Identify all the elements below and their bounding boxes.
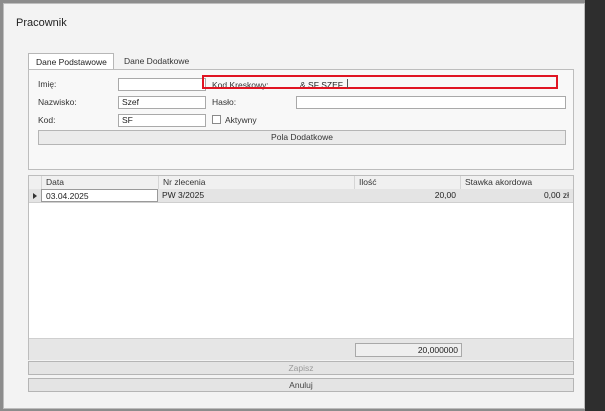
row-indicator-header: [29, 176, 41, 189]
ilosc-total: 20,000000: [355, 343, 462, 357]
cell-ilosc[interactable]: 20,00: [354, 189, 460, 202]
tab-dane-dodatkowe[interactable]: Dane Dodatkowe: [117, 53, 197, 70]
barcode-highlight-box: [202, 75, 558, 89]
employee-dialog: Pracownik Dane Podstawowe Dane Dodatkowe…: [3, 3, 585, 409]
haslo-label: Hasło:: [212, 97, 237, 107]
kod-input[interactable]: SF: [118, 114, 206, 127]
cell-data[interactable]: 03.04.2025: [41, 189, 158, 202]
cell-nr-zlecenia[interactable]: PW 3/2025: [158, 189, 354, 202]
table-row[interactable]: 03.04.2025 PW 3/2025 20,00 0,00 zł: [29, 189, 573, 203]
imie-input[interactable]: [118, 78, 206, 91]
text-cursor: [347, 79, 348, 88]
grid-footer: 20,000000: [29, 338, 573, 360]
cell-stawka[interactable]: 0,00 zł: [460, 189, 573, 202]
kod-label: Kod:: [38, 115, 56, 125]
col-ilosc-header[interactable]: Ilość: [354, 176, 460, 189]
aktywny-checkbox[interactable]: [212, 115, 221, 124]
cancel-button[interactable]: Anuluj: [28, 378, 574, 392]
haslo-input[interactable]: [296, 96, 566, 109]
col-nr-zlecenia-header[interactable]: Nr zlecenia: [158, 176, 354, 189]
nazwisko-label: Nazwisko:: [38, 97, 77, 107]
window-title: Pracownik: [16, 17, 67, 29]
imie-label: Imię:: [38, 79, 57, 89]
grid-header: Data Nr zlecenia Ilość Stawka akordowa: [29, 176, 573, 190]
current-row-arrow-icon: [33, 193, 37, 199]
background-edge: [585, 0, 605, 411]
aktywny-label: Aktywny: [225, 115, 257, 125]
nazwisko-input[interactable]: Szef: [118, 96, 206, 109]
col-data-header[interactable]: Data: [41, 176, 158, 189]
tab-dane-podstawowe[interactable]: Dane Podstawowe: [28, 53, 114, 70]
data-grid: Data Nr zlecenia Ilość Stawka akordowa 0…: [28, 175, 574, 360]
col-stawka-header[interactable]: Stawka akordowa: [460, 176, 573, 189]
pola-dodatkowe-button[interactable]: Pola Dodatkowe: [38, 130, 566, 145]
save-button[interactable]: Zapisz: [28, 361, 574, 375]
